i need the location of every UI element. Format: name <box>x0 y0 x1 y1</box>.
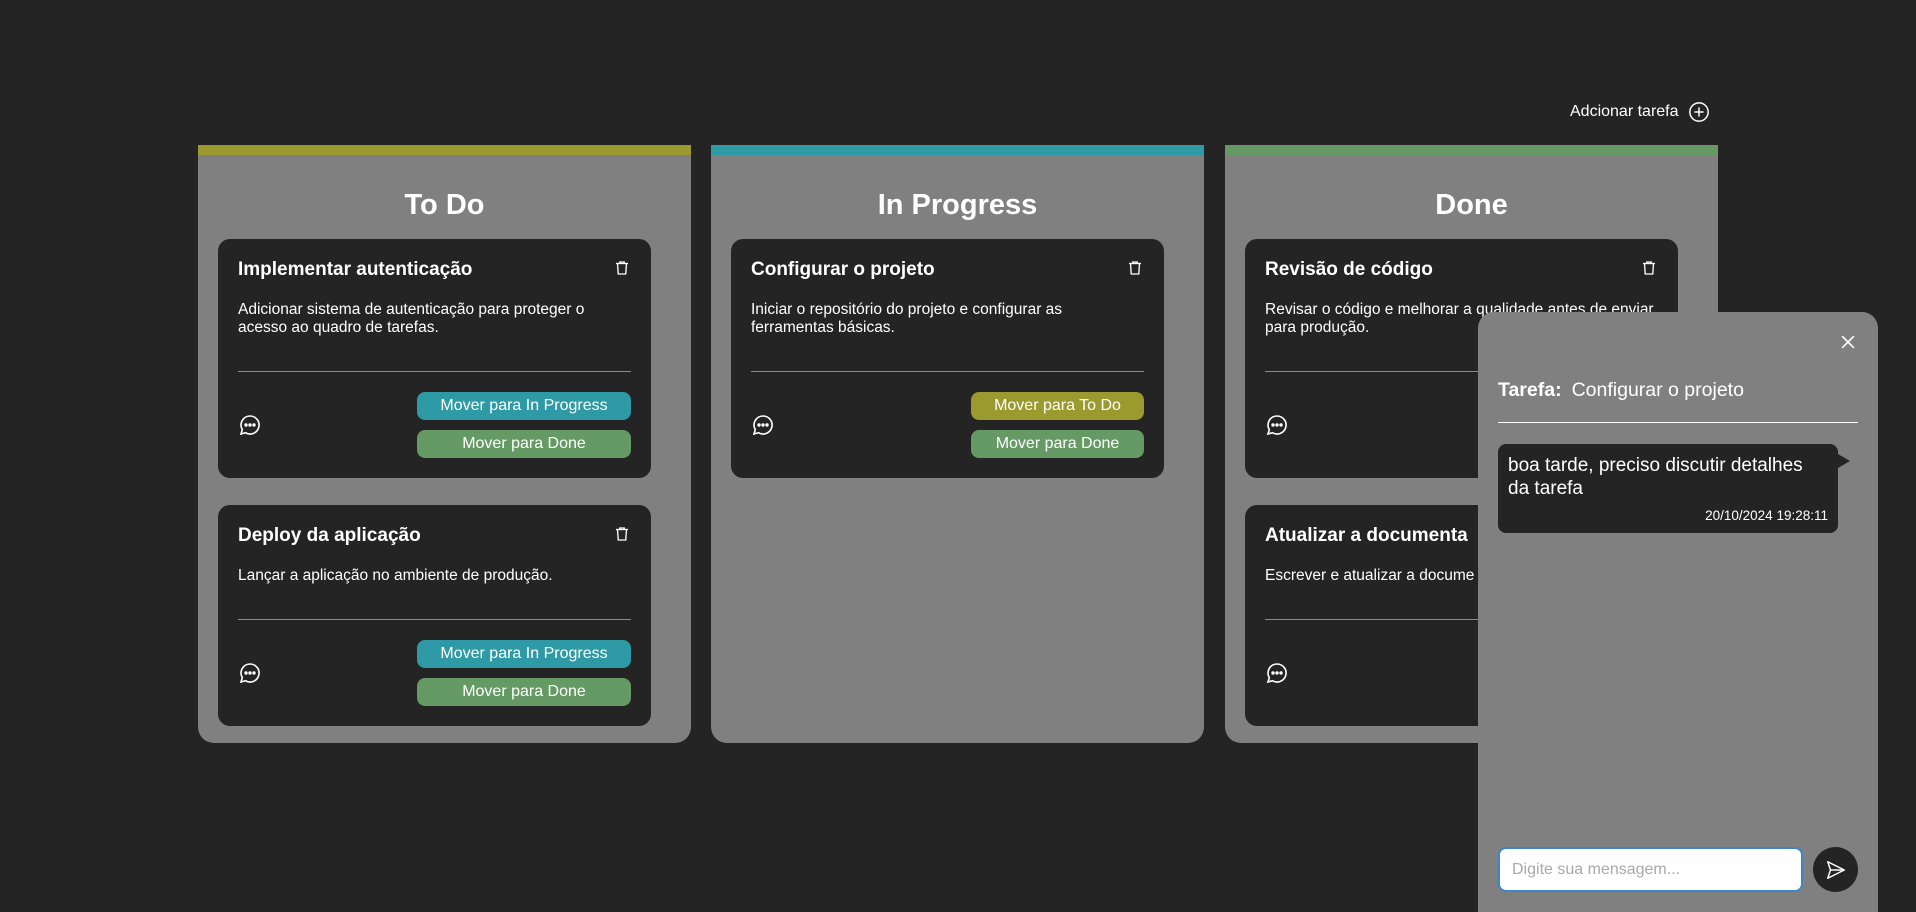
trash-icon[interactable] <box>1126 259 1144 277</box>
send-button[interactable] <box>1813 847 1858 892</box>
chat-bubble-icon[interactable] <box>751 413 775 437</box>
column-in-progress: In Progress Configurar o projeto Iniciar… <box>711 145 1204 743</box>
task-card: Configurar o projeto Iniciar o repositór… <box>731 239 1164 478</box>
chat-bubble-icon[interactable] <box>1265 413 1289 437</box>
task-description: Lançar a aplicação no ambiente de produç… <box>238 567 553 584</box>
trash-icon[interactable] <box>613 525 631 543</box>
close-icon[interactable] <box>1838 332 1858 352</box>
chat-task-header: Tarefa: Configurar o projeto <box>1498 379 1744 402</box>
chat-bubble-icon[interactable] <box>238 413 262 437</box>
task-description: Iniciar o repositório do projeto e confi… <box>751 301 1063 336</box>
task-title: Implementar autenticação <box>238 259 473 280</box>
chat-divider <box>1498 422 1858 423</box>
task-card: Implementar autenticação Adicionar siste… <box>218 239 651 478</box>
message-input[interactable] <box>1498 847 1803 892</box>
trash-icon[interactable] <box>1640 259 1658 277</box>
chat-bubble-icon[interactable] <box>1265 661 1289 685</box>
move-to-in-progress-button[interactable]: Mover para In Progress <box>417 392 631 420</box>
message-timestamp: 20/10/2024 19:28:11 <box>1705 508 1828 523</box>
column-title: In Progress <box>877 189 1038 221</box>
move-to-done-button[interactable]: Mover para Done <box>971 430 1144 458</box>
column-title: To Do <box>404 189 485 221</box>
chat-task-label: Tarefa: <box>1498 379 1562 401</box>
task-description: Adicionar sistema de autenticação para p… <box>238 301 585 336</box>
send-icon <box>1825 859 1847 881</box>
message-text: boa tarde, preciso discutir detalhes da … <box>1508 455 1803 499</box>
move-to-todo-button[interactable]: Mover para To Do <box>971 392 1144 420</box>
chat-message: boa tarde, preciso discutir detalhes da … <box>1498 444 1850 533</box>
column-todo: To Do Implementar autenticação Adicionar… <box>198 145 691 743</box>
chat-bubble-icon[interactable] <box>238 661 262 685</box>
move-to-in-progress-button[interactable]: Mover para In Progress <box>417 640 631 668</box>
chat-task-name: Configurar o projeto <box>1571 379 1744 401</box>
add-task-label: Adcionar tarefa <box>1570 103 1679 120</box>
task-title: Deploy da aplicação <box>238 525 421 546</box>
add-task-button[interactable]: Adcionar tarefa <box>1570 101 1710 123</box>
chat-panel: Tarefa: Configurar o projeto boa tarde, … <box>1478 312 1878 912</box>
task-card: Deploy da aplicação Lançar a aplicação n… <box>218 505 651 726</box>
column-title: Done <box>1435 189 1508 221</box>
move-to-done-button[interactable]: Mover para Done <box>417 678 631 706</box>
plus-circle-icon <box>1688 101 1710 123</box>
move-to-done-button[interactable]: Mover para Done <box>417 430 631 458</box>
task-title: Configurar o projeto <box>751 259 935 280</box>
trash-icon[interactable] <box>613 259 631 277</box>
task-title: Revisão de código <box>1265 259 1433 280</box>
